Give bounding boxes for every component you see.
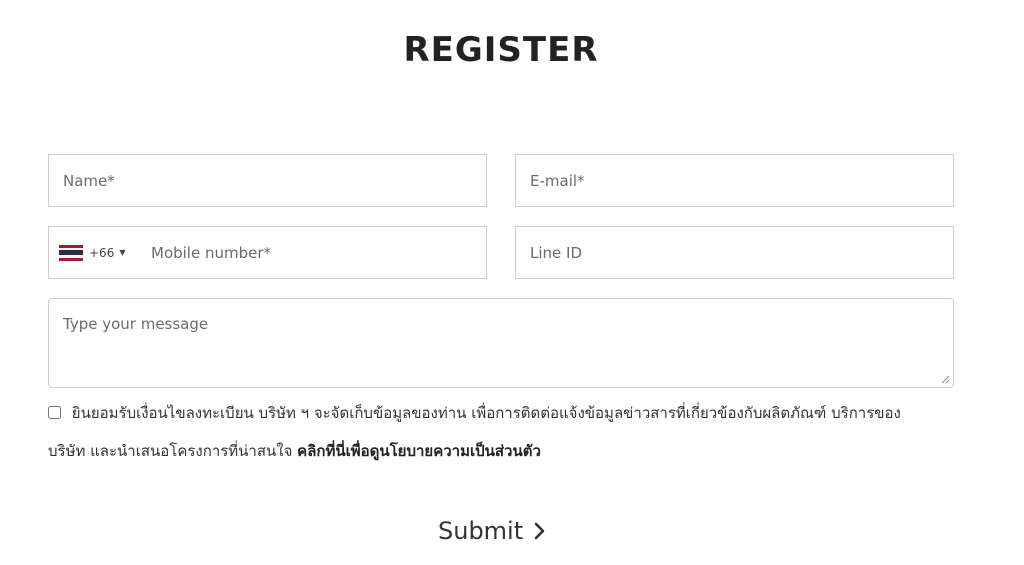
email-field-box [515, 154, 954, 207]
chevron-right-icon [534, 522, 545, 540]
message-field-box [48, 298, 954, 388]
line-id-field-box [515, 226, 954, 279]
name-input[interactable] [63, 155, 470, 206]
mobile-input[interactable] [151, 227, 471, 278]
name-field-box [48, 154, 487, 207]
caret-down-icon: ▼ [119, 248, 126, 257]
resize-grip-icon[interactable] [940, 374, 950, 384]
line-id-input[interactable] [530, 227, 937, 278]
submit-label: Submit [438, 517, 524, 545]
consent-checkbox[interactable] [48, 406, 61, 419]
page-title: REGISTER [403, 30, 599, 70]
submit-button[interactable]: Submit [430, 510, 555, 552]
country-code-selector[interactable]: +66 ▼ [59, 227, 139, 278]
dial-code: +66 [89, 245, 115, 260]
consent-block: ยินยอมรับเงื่อนไขลงทะเบียน บริษัท ฯ จะจั… [48, 394, 928, 470]
privacy-policy-link[interactable]: คลิกที่นี่เพื่อดูนโยบายความเป็นส่วนตัว [297, 442, 541, 460]
thailand-flag-icon [59, 244, 83, 261]
email-input[interactable] [530, 155, 937, 206]
mobile-field-box: +66 ▼ [48, 226, 487, 279]
message-textarea[interactable] [63, 315, 927, 375]
